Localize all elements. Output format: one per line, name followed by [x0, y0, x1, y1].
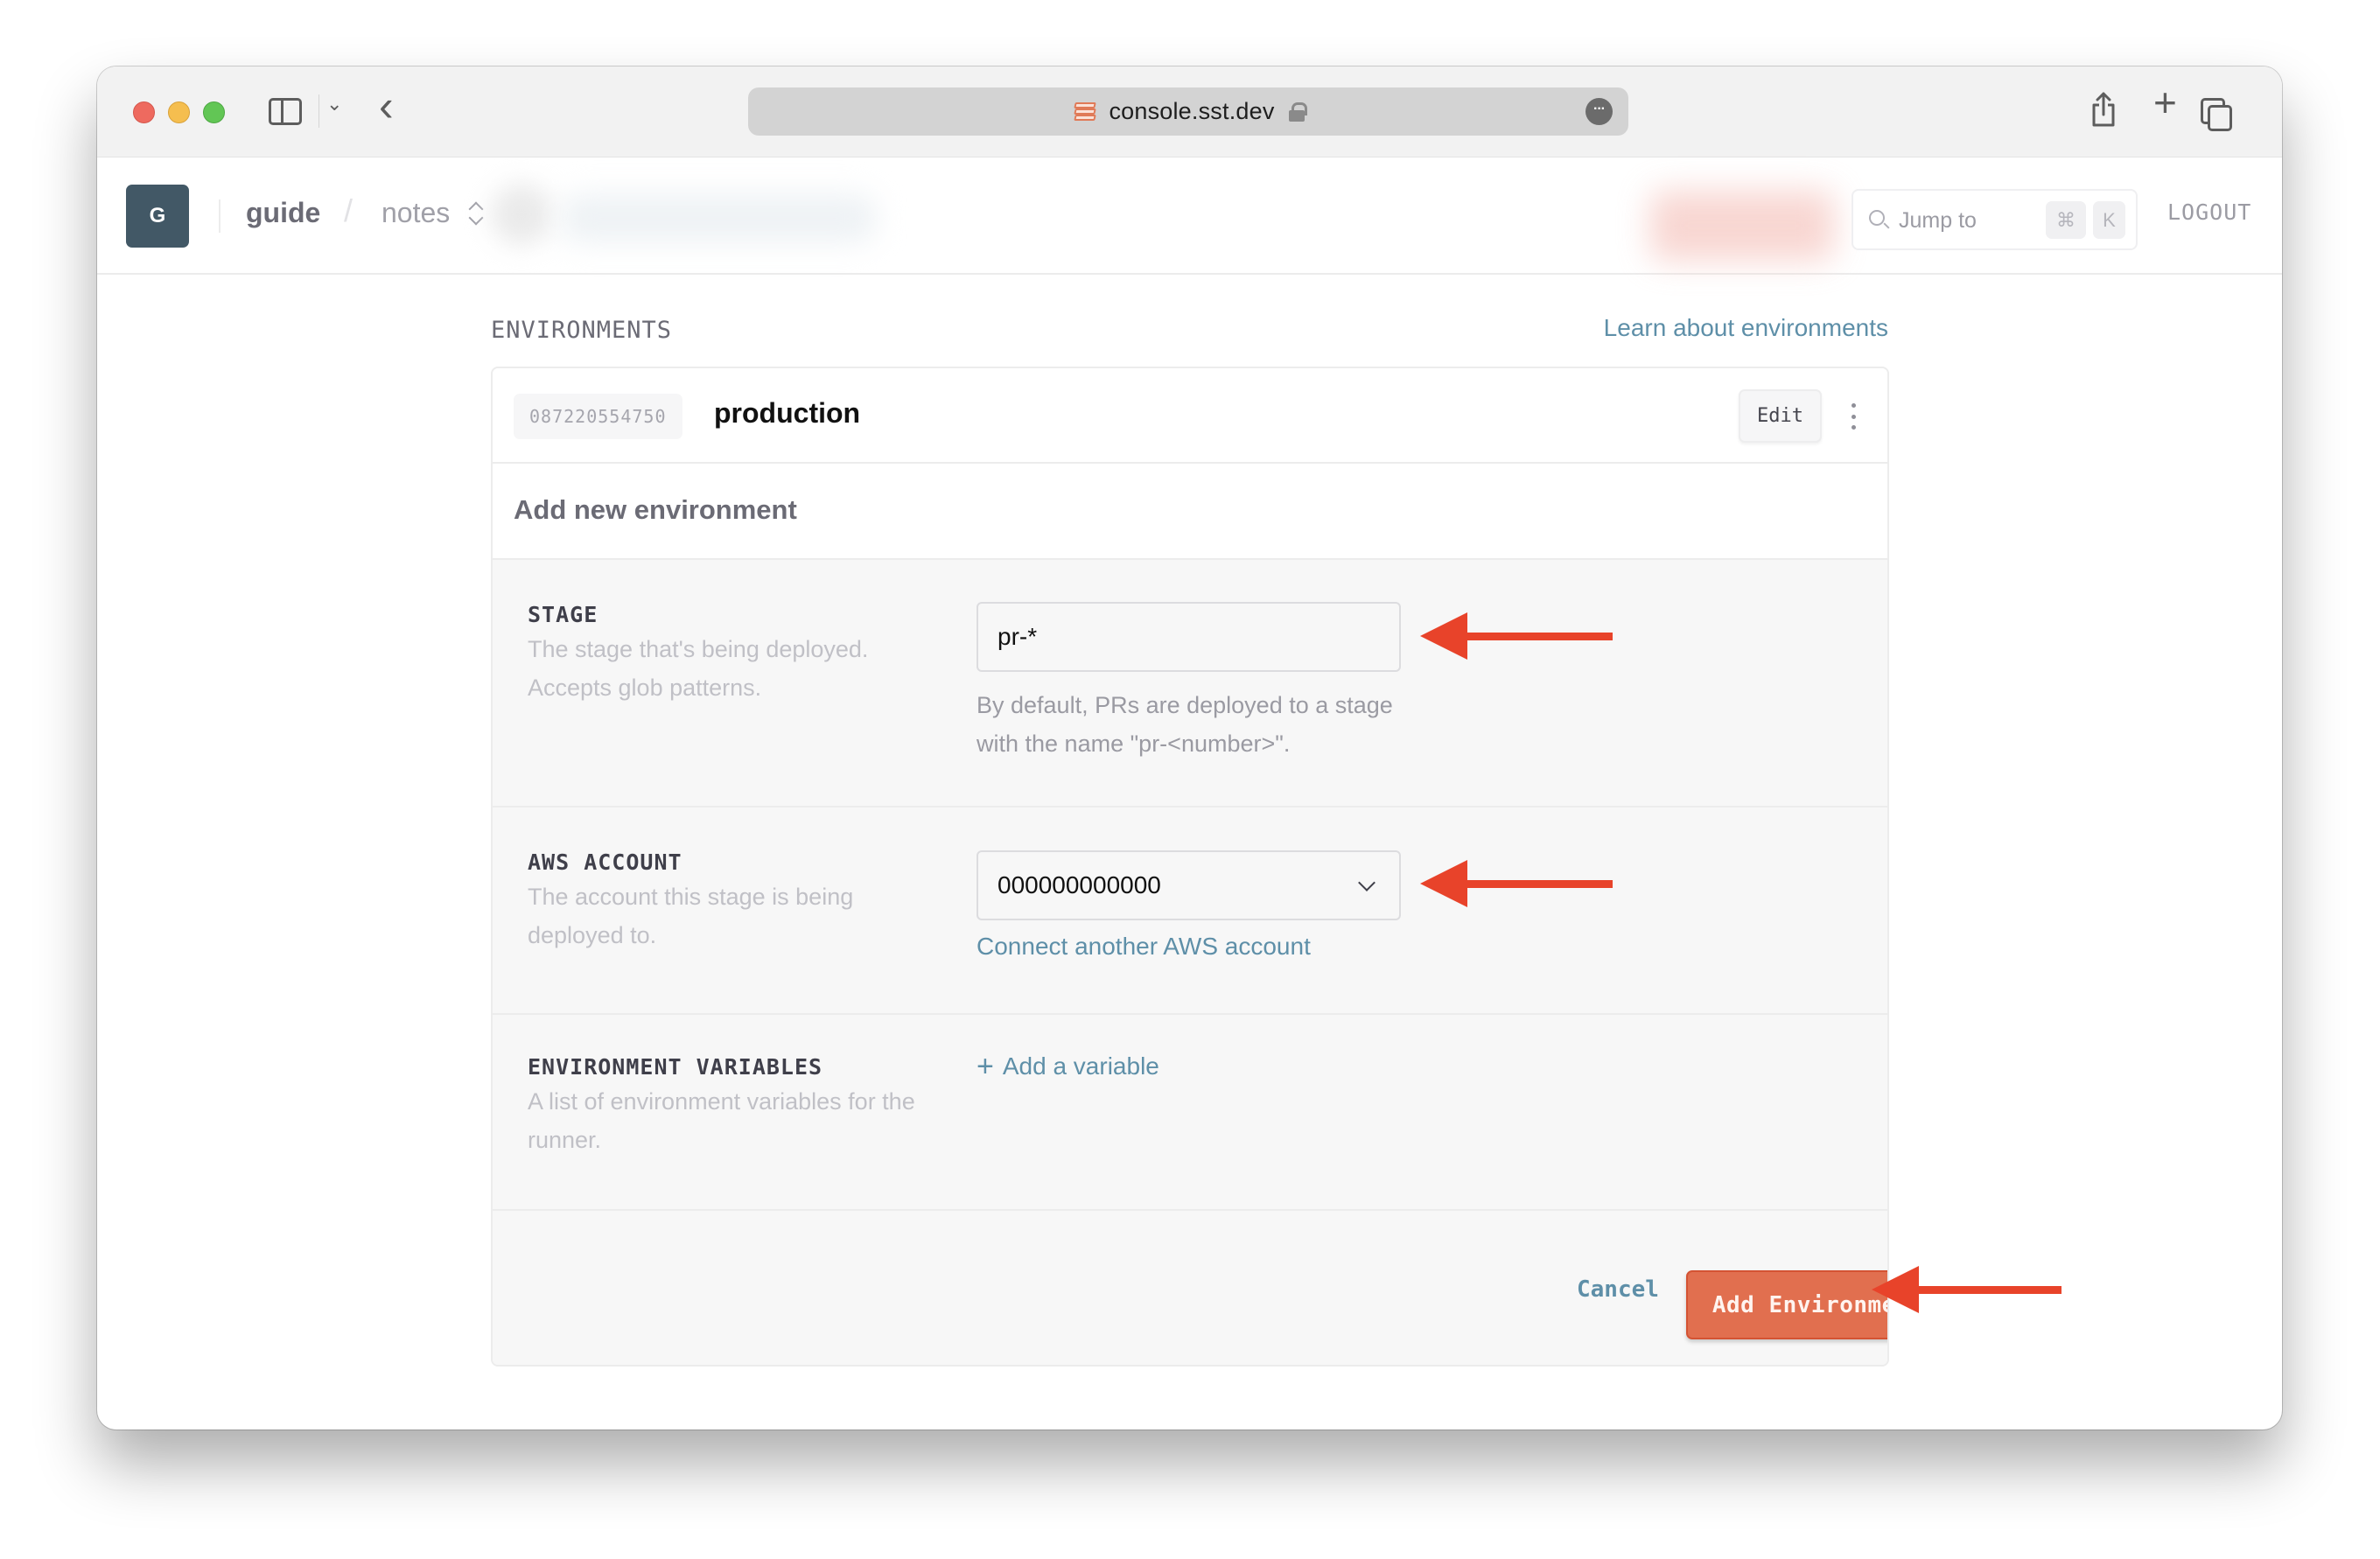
aws-account-field-row: AWS ACCOUNT The account this stage is be… — [493, 807, 1887, 1015]
account-id-badge: 087220554750 — [514, 394, 682, 439]
stage-label: STAGE — [528, 602, 598, 627]
shortcut-cmd-key: ⌘ — [2046, 201, 2086, 239]
add-environment-button[interactable]: Add Environment — [1686, 1270, 1887, 1339]
page-menu-button[interactable]: ··· — [1586, 98, 1613, 125]
app-header: G guide / notes Jump to ⌘ K LOGOUT — [97, 157, 2282, 275]
stage-description: The stage that's being deployed. Accepts… — [528, 636, 869, 701]
url-text: console.sst.dev — [1109, 98, 1275, 124]
tab-overview-icon[interactable] — [2201, 98, 2232, 131]
connect-aws-account-link[interactable]: Connect another AWS account — [976, 933, 1311, 961]
stage-hint: By default, PRs are deployed to a stage … — [976, 692, 1393, 757]
stage-input[interactable] — [976, 602, 1401, 672]
blurred-button — [1650, 191, 1834, 261]
annotation-arrow-icon — [1420, 860, 1613, 907]
sidebar-toggle-icon[interactable] — [269, 98, 302, 125]
workspace-avatar[interactable]: G — [126, 185, 189, 248]
learn-about-environments-link[interactable]: Learn about environments — [1604, 314, 1888, 342]
environments-card: 087220554750 production Edit Add new env… — [491, 367, 1889, 1367]
search-icon — [1869, 210, 1885, 226]
browser-toolbar: ⌄ ‹ console.sst.dev ··· + — [97, 66, 2282, 157]
plus-icon: + — [976, 1050, 994, 1083]
aws-account-selected: 000000000000 — [998, 871, 1161, 898]
minimize-window-button[interactable] — [168, 101, 190, 123]
breadcrumb-org[interactable]: guide — [246, 197, 320, 229]
section-title: ENVIRONMENTS — [491, 317, 673, 344]
sst-logo-icon — [1072, 101, 1098, 123]
aws-account-description: The account this stage is being deployed… — [528, 884, 854, 948]
environment-row: 087220554750 production Edit — [493, 368, 1887, 464]
jump-to-search[interactable]: Jump to ⌘ K — [1852, 189, 2138, 250]
share-icon[interactable] — [2091, 91, 2116, 128]
blurred-content — [561, 194, 876, 242]
env-vars-description: A list of environment variables for the … — [528, 1088, 915, 1153]
breadcrumb-app[interactable]: notes — [382, 197, 450, 229]
maximize-window-button[interactable] — [203, 101, 225, 123]
back-icon[interactable]: ‹ — [379, 80, 394, 131]
toolbar-divider — [318, 94, 319, 128]
add-variable-label: Add a variable — [1002, 1052, 1159, 1080]
stage-field-row: STAGE The stage that's being deployed. A… — [493, 560, 1887, 807]
new-tab-icon[interactable]: + — [2153, 82, 2177, 122]
header-divider — [219, 199, 220, 233]
logout-button[interactable]: LOGOUT — [2167, 199, 2251, 225]
environment-name: production — [714, 397, 861, 429]
blurred-content — [491, 184, 552, 245]
more-options-icon[interactable] — [1847, 403, 1859, 430]
app-switcher-icon[interactable] — [467, 199, 483, 227]
search-placeholder: Jump to — [1899, 208, 1977, 233]
aws-account-label: AWS ACCOUNT — [528, 849, 682, 875]
env-vars-field-row: ENVIRONMENT VARIABLES A list of environm… — [493, 1015, 1887, 1211]
breadcrumb-separator: / — [344, 192, 354, 228]
annotation-arrow-icon — [1420, 612, 1613, 660]
cancel-button[interactable]: Cancel — [1577, 1276, 1659, 1303]
close-window-button[interactable] — [133, 101, 155, 123]
address-bar[interactable]: console.sst.dev ··· — [748, 87, 1628, 136]
browser-window: ⌄ ‹ console.sst.dev ··· + G guide / note… — [97, 66, 2282, 1430]
new-environment-header: Add new environment — [493, 464, 1887, 560]
form-actions: Cancel Add Environment — [493, 1211, 1887, 1365]
env-vars-label: ENVIRONMENT VARIABLES — [528, 1054, 823, 1080]
annotation-arrow-icon — [1872, 1266, 2062, 1313]
edit-environment-button[interactable]: Edit — [1739, 389, 1822, 443]
add-variable-button[interactable]: + Add a variable — [976, 1052, 1159, 1081]
lock-icon — [1288, 101, 1307, 122]
chevron-down-icon — [1358, 874, 1376, 891]
new-environment-title: Add new environment — [514, 494, 797, 525]
aws-account-select[interactable]: 000000000000 — [976, 850, 1401, 920]
shortcut-k-key: K — [2093, 201, 2125, 239]
chevron-down-icon[interactable]: ⌄ — [326, 93, 342, 115]
